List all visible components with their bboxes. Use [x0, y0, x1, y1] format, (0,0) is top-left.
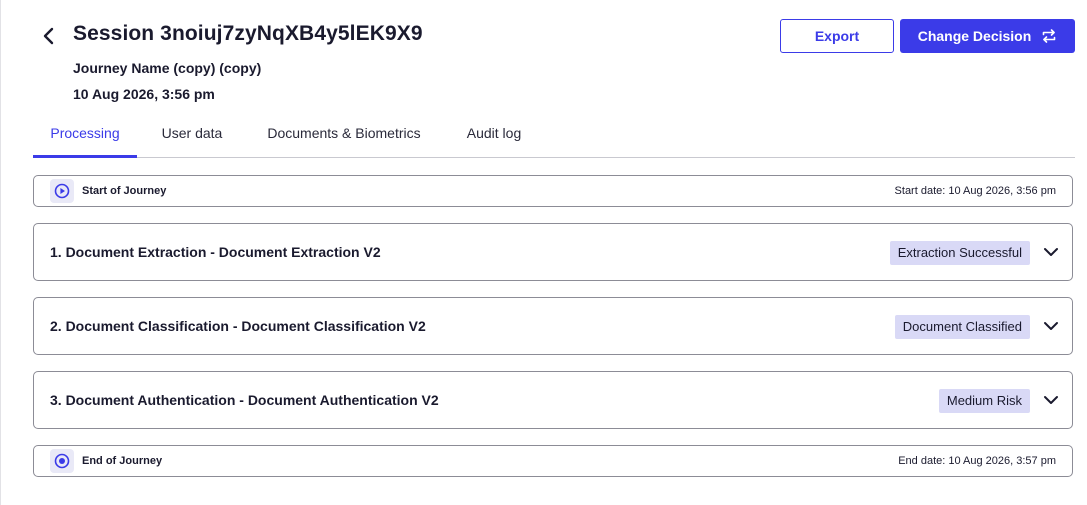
play-circle-icon [50, 179, 74, 203]
status-badge: Extraction Successful [889, 241, 1030, 265]
journey-name: Journey Name (copy) (copy) [73, 60, 262, 76]
journey-start-label: Start of Journey [82, 185, 167, 197]
step-title: 3. Document Authentication - Document Au… [50, 392, 439, 408]
change-decision-button[interactable]: Change Decision [900, 19, 1075, 53]
chevron-down-icon[interactable] [1040, 389, 1062, 411]
step-card-extraction[interactable]: 1. Document Extraction - Document Extrac… [33, 223, 1073, 281]
session-date: 10 Aug 2026, 3:56 pm [73, 86, 215, 102]
journey-start-row: Start of Journey Start date: 10 Aug 2026… [33, 175, 1073, 207]
status-badge: Medium Risk [938, 389, 1030, 413]
export-button[interactable]: Export [780, 19, 894, 53]
tab-user-data-label: User data [161, 125, 223, 141]
step-card-authentication[interactable]: 3. Document Authentication - Document Au… [33, 371, 1073, 429]
tab-documents-biometrics[interactable]: Documents & Biometrics [259, 116, 429, 157]
stop-circle-icon [50, 449, 74, 473]
left-divider [0, 0, 1, 505]
tab-audit-log[interactable]: Audit log [458, 116, 530, 157]
chevron-down-icon[interactable] [1040, 315, 1062, 337]
tab-processing[interactable]: Processing [33, 116, 137, 158]
chevron-down-icon[interactable] [1040, 241, 1062, 263]
step-card-classification[interactable]: 2. Document Classification - Document Cl… [33, 297, 1073, 355]
journey-end-label: End of Journey [82, 455, 163, 467]
tab-processing-label: Processing [50, 125, 120, 141]
journey-end-row: End of Journey End date: 10 Aug 2026, 3:… [33, 445, 1073, 477]
swap-arrows-icon [1042, 29, 1056, 43]
back-button[interactable] [38, 25, 60, 47]
export-button-label: Export [814, 28, 860, 44]
tab-bar: Processing User data Documents & Biometr… [33, 116, 1075, 158]
chevron-left-icon [43, 27, 54, 45]
tab-audit-log-label: Audit log [466, 125, 522, 141]
step-title: 1. Document Extraction - Document Extrac… [50, 244, 381, 260]
journey-end-date: End date: 10 Aug 2026, 3:57 pm [898, 455, 1056, 467]
step-title: 2. Document Classification - Document Cl… [50, 318, 426, 334]
tab-documents-biometrics-label: Documents & Biometrics [267, 125, 421, 141]
page-title: Session 3noiuj7zyNqXB4y5lEK9X9 [73, 22, 423, 45]
tab-user-data[interactable]: User data [151, 116, 233, 157]
change-decision-label: Change Decision [917, 28, 1032, 44]
journey-start-date: Start date: 10 Aug 2026, 3:56 pm [894, 185, 1056, 197]
status-badge: Document Classified [894, 315, 1030, 339]
